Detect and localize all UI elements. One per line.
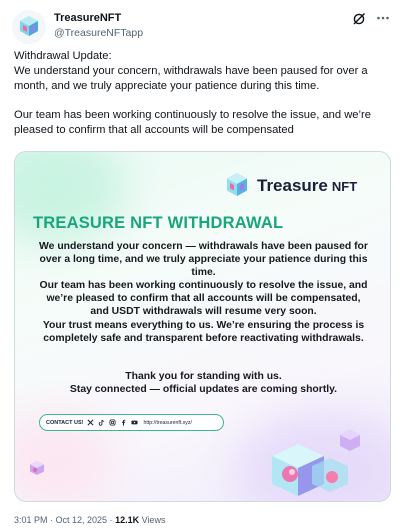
x-icon bbox=[87, 419, 94, 426]
tiktok-icon bbox=[99, 419, 105, 426]
facebook-icon bbox=[122, 419, 126, 426]
card-body-line: Your trust means everything to us. We’re… bbox=[42, 319, 365, 331]
tweet-media-image[interactable]: Treasure NFT TREASURE NFT WITHDRAWAL We u… bbox=[14, 151, 391, 502]
views-label: Views bbox=[139, 515, 166, 525]
tweet-text-line: Our team has been working continuously t… bbox=[14, 109, 371, 121]
timestamp[interactable]: 3:01 PM · Oct 12, 2025 · bbox=[14, 515, 115, 525]
card-body: We understand your concern — withdrawals… bbox=[27, 240, 380, 345]
crypto-cubes-illustration bbox=[272, 430, 360, 496]
treasure-cube-logo-icon bbox=[227, 173, 247, 196]
author-block: TreasureNFT @TreasureNFTapp bbox=[54, 11, 143, 40]
card-body-line: and USDT withdrawals will resume very so… bbox=[90, 306, 317, 318]
display-name[interactable]: TreasureNFT bbox=[54, 11, 143, 26]
avatar[interactable] bbox=[12, 10, 46, 44]
tweet-text-line: Withdrawal Update: bbox=[14, 50, 112, 62]
contact-bar: CONTACT US! http://treasurenft.xyz/ bbox=[39, 414, 224, 431]
tweet-text-line: pleased to confirm that all accounts wil… bbox=[14, 124, 294, 136]
instagram-icon bbox=[109, 419, 117, 426]
more-options-icon[interactable] bbox=[376, 11, 390, 25]
brand-suffix: NFT bbox=[331, 179, 358, 194]
grok-icon[interactable] bbox=[352, 12, 366, 26]
card-body-line: We understand your concern — withdrawals… bbox=[39, 241, 368, 252]
contact-url: http://treasurenft.xyz/ bbox=[143, 419, 192, 426]
tweet-header: TreasureNFT @TreasureNFTapp bbox=[12, 10, 392, 44]
card-body-line: we’re pleased to confirm that all accoun… bbox=[46, 293, 361, 305]
tweet-meta: 3:01 PM · Oct 12, 2025 · 12.1K Views bbox=[14, 515, 165, 525]
views-count[interactable]: 12.1K bbox=[115, 515, 139, 525]
small-cube-illustration bbox=[30, 461, 44, 475]
card-body-line: time. bbox=[191, 267, 216, 279]
tweet-text-line: We understand your concern, withdrawals … bbox=[14, 65, 368, 77]
brand-name: Treasure bbox=[257, 176, 328, 195]
contact-label: CONTACT US! bbox=[46, 419, 84, 426]
card-thanks-line: Stay connected — official updates are co… bbox=[69, 384, 338, 396]
tweet-text: Withdrawal Update: We understand your co… bbox=[14, 49, 392, 138]
brand-logo: Treasure NFT bbox=[222, 170, 372, 200]
treasure-logo-icon bbox=[20, 16, 38, 36]
card-thanks-line: Thank you for standing with us. bbox=[125, 371, 282, 382]
card-body-line: Our team has been working continuously t… bbox=[39, 280, 368, 292]
card-title: TREASURE NFT WITHDRAWAL bbox=[33, 214, 284, 232]
card-body-line: over a long time, and we truly appreciat… bbox=[39, 254, 368, 266]
handle[interactable]: @TreasureNFTapp bbox=[54, 26, 143, 40]
card-thanks: Thank you for standing with us. Stay con… bbox=[27, 370, 380, 396]
tweet[interactable]: TreasureNFT @TreasureNFTapp Withdrawal U… bbox=[0, 0, 403, 530]
card-body-line: completely safe and transparent before r… bbox=[43, 332, 364, 344]
tweet-text-line: month, and we truly appreciate your pati… bbox=[14, 80, 320, 92]
youtube-icon bbox=[131, 420, 139, 425]
